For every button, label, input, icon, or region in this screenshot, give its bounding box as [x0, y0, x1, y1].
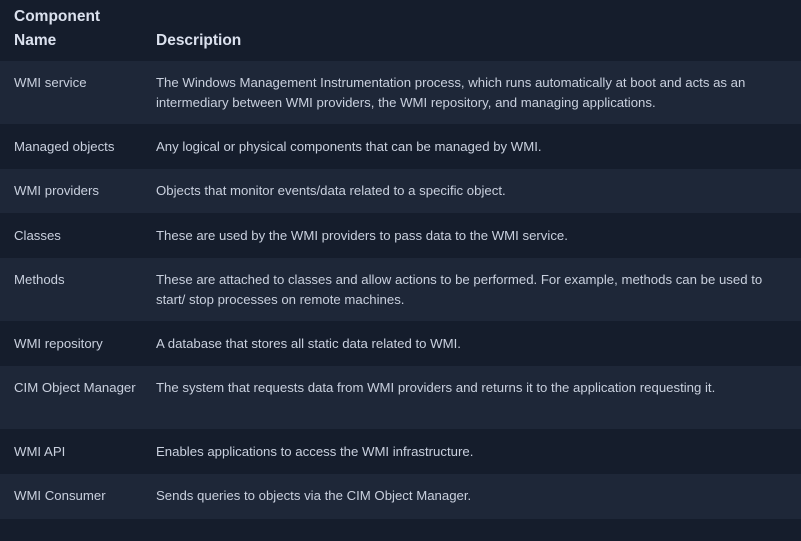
component-cell: CIM Object Manager: [0, 365, 142, 430]
wmi-components-table: Component Name Description WMI service T…: [0, 0, 801, 519]
table-row: Managed objects Any logical or physical …: [0, 124, 801, 169]
table-row: CIM Object Manager The system that reque…: [0, 365, 801, 430]
description-cell: These are attached to classes and allow …: [142, 257, 801, 322]
description-cell: These are used by the WMI providers to p…: [142, 213, 801, 258]
table-row: WMI service The Windows Management Instr…: [0, 60, 801, 125]
description-cell: A database that stores all static data r…: [142, 321, 801, 366]
description-cell: Objects that monitor events/data related…: [142, 168, 801, 214]
description-cell: The system that requests data from WMI p…: [142, 365, 801, 430]
component-cell: Managed objects: [0, 124, 142, 169]
table-header-row: Component Name Description: [0, 0, 801, 61]
component-cell: WMI service: [0, 60, 142, 125]
table-row: WMI repository A database that stores al…: [0, 321, 801, 366]
description-cell: Sends queries to objects via the CIM Obj…: [142, 473, 801, 519]
table-row: WMI API Enables applications to access t…: [0, 429, 801, 474]
component-cell: WMI providers: [0, 168, 142, 214]
table-row: Classes These are used by the WMI provid…: [0, 213, 801, 258]
table-row: Methods These are attached to classes an…: [0, 257, 801, 322]
description-cell: The Windows Management Instrumentation p…: [142, 60, 801, 125]
component-cell: WMI Consumer: [0, 473, 142, 519]
description-cell: Enables applications to access the WMI i…: [142, 429, 801, 474]
component-cell: WMI API: [0, 429, 142, 474]
header-description: Description: [142, 0, 801, 61]
component-cell: Classes: [0, 213, 142, 258]
description-cell: Any logical or physical components that …: [142, 124, 801, 169]
table-row: WMI providers Objects that monitor event…: [0, 168, 801, 214]
component-cell: Methods: [0, 257, 142, 322]
table-row: WMI Consumer Sends queries to objects vi…: [0, 473, 801, 519]
header-component-name: Component Name: [0, 0, 142, 61]
component-cell: WMI repository: [0, 321, 142, 366]
